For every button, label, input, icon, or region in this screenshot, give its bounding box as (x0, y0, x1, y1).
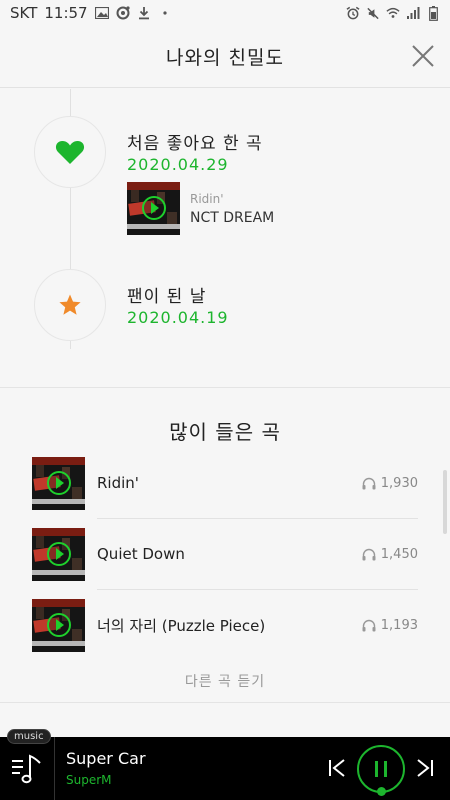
most-played-section: 많이 들은 곡 Ridin' 1,930 Quiet Down 1,450 너의… (0, 388, 450, 702)
play-count-value: 1,450 (380, 546, 418, 562)
play-count-value: 1,193 (380, 617, 418, 633)
mini-player[interactable]: Super Car SuperM (0, 737, 450, 800)
play-count: 1,450 (362, 547, 418, 562)
signal-icon (406, 6, 420, 20)
headphones-icon (362, 619, 376, 631)
track-name: Ridin' (97, 474, 139, 492)
track-row[interactable]: Ridin' 1,930 (32, 447, 418, 519)
wifi-icon (386, 6, 400, 20)
play-count-value: 1,930 (380, 475, 418, 491)
most-played-heading: 많이 들은 곡 (169, 420, 281, 444)
player-separator (54, 737, 55, 800)
progress-dot[interactable] (377, 787, 386, 796)
headphones-icon (362, 477, 376, 489)
fan-day-title: 팬이 된 날 (127, 287, 207, 307)
song-title: Ridin' (190, 191, 224, 206)
dot-icon (158, 6, 172, 20)
pause-button[interactable] (357, 745, 405, 796)
page-title: 나와의 친밀도 (166, 47, 284, 69)
track-name: Quiet Down (97, 545, 185, 563)
song-artist: NCT DREAM (190, 209, 275, 226)
now-playing-artist[interactable]: SuperM (66, 773, 112, 787)
play-count: 1,193 (362, 618, 418, 633)
music-badge: music (7, 729, 51, 744)
previous-button[interactable] (326, 757, 348, 779)
first-like-date: 2020.04.29 (127, 155, 229, 174)
clock: 11:57 (44, 4, 88, 22)
heart-icon (55, 141, 85, 164)
first-like-badge (34, 116, 106, 188)
fan-day-badge (34, 269, 106, 341)
pause-icon (375, 761, 378, 777)
status-bar: SKT 11:57 (0, 0, 450, 26)
first-like-title: 처음 좋아요 한 곡 (127, 134, 263, 154)
star-icon (59, 294, 81, 315)
intimacy-timeline: 처음 좋아요 한 곡 2020.04.29 Ridin' NCT DREAM 팬… (0, 89, 450, 387)
header: 나와의 친밀도 (0, 26, 450, 88)
close-icon (412, 45, 434, 67)
battery-icon (426, 5, 440, 21)
section-divider (0, 702, 450, 703)
play-icon[interactable] (142, 196, 166, 220)
play-icon[interactable] (47, 541, 71, 566)
skip-previous-icon (329, 759, 345, 777)
album-art[interactable] (127, 182, 180, 235)
album-art[interactable] (32, 527, 85, 581)
scrollbar[interactable] (443, 470, 447, 534)
playlist-button[interactable] (10, 751, 44, 787)
headphones-icon (362, 548, 376, 560)
download-icon (137, 6, 151, 20)
album-art[interactable] (32, 456, 85, 510)
mute-icon (366, 6, 380, 20)
track-name: 너의 자리 (Puzzle Piece) (97, 616, 266, 635)
first-like-song[interactable]: Ridin' NCT DREAM (127, 182, 274, 235)
fan-day-date: 2020.04.19 (127, 308, 229, 327)
carrier-label: SKT (10, 4, 38, 22)
playlist-music-icon (12, 754, 41, 784)
track-row[interactable]: 너의 자리 (Puzzle Piece) 1,193 (32, 589, 418, 661)
play-icon[interactable] (47, 612, 71, 637)
next-button[interactable] (414, 757, 436, 779)
skip-next-icon (417, 759, 433, 777)
play-count: 1,930 (362, 476, 418, 491)
record-icon (116, 6, 130, 20)
close-button[interactable] (410, 43, 436, 69)
album-art[interactable] (32, 598, 85, 652)
track-row[interactable]: Quiet Down 1,450 (32, 518, 418, 590)
more-songs-link[interactable]: 다른 곡 듣기 (0, 671, 450, 691)
now-playing-title[interactable]: Super Car (66, 749, 146, 768)
image-icon (94, 6, 109, 20)
play-icon[interactable] (47, 470, 71, 495)
alarm-icon (346, 6, 360, 20)
